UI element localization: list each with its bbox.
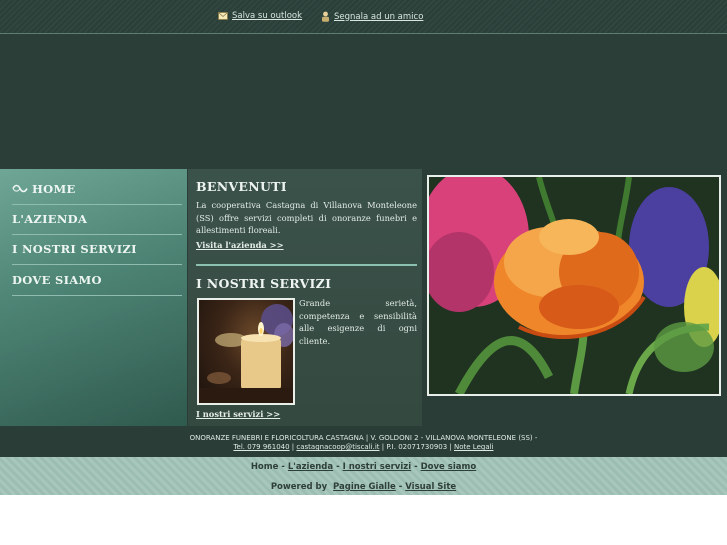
footer: ONORANZE FUNEBRI E FLORICOLTURA CASTAGNA… [0, 426, 727, 457]
person-icon [321, 11, 330, 22]
nav-servizi-label: I NOSTRI SERVIZI [12, 242, 137, 256]
footer-email-link[interactable]: castagnacoop@tiscali.it [296, 443, 379, 451]
content-column: BENVENUTI La cooperativa Castagna di Vil… [188, 169, 422, 426]
arrow-icon [12, 175, 28, 205]
powered-label: Powered by [270, 482, 328, 492]
share-friend-label: Segnala ad un amico [334, 11, 424, 22]
sidebar-nav: HOME L'AZIENDA I NOSTRI SERVIZI DOVE SIA… [0, 169, 187, 426]
visit-company-link[interactable]: Visita l'azienda >> [196, 240, 284, 250]
services-title: I NOSTRI SERVIZI [196, 276, 332, 291]
footer-piva: | P.I. 02071730903 | [379, 443, 454, 451]
main-area: HOME L'AZIENDA I NOSTRI SERVIZI DOVE SIA… [0, 169, 727, 426]
powered-by: Powered by Pagine Gialle - Visual Site [270, 482, 457, 492]
bottom-servizi-link[interactable]: I nostri servizi [343, 462, 412, 472]
save-outlook-label: Salva su outlook [232, 11, 303, 21]
top-bar: Salva su outlook Segnala ad un amico [0, 0, 727, 34]
visual-site-link[interactable]: Visual Site [405, 482, 456, 492]
envelope-icon [218, 12, 228, 20]
save-outlook-link[interactable]: Salva su outlook [218, 11, 302, 21]
tulips-photo [427, 175, 721, 396]
bottom-home[interactable]: Home [251, 462, 279, 472]
services-text: Grande serietà, competenza e sensibilità… [299, 298, 417, 346]
pagine-gialle-link[interactable]: Pagine Gialle [333, 482, 396, 492]
nav-home-label: HOME [32, 182, 76, 196]
nav-item-servizi[interactable]: I NOSTRI SERVIZI [12, 234, 182, 265]
header-banner [0, 34, 727, 169]
bottom-azienda-link[interactable]: L'azienda [288, 462, 333, 472]
candle-image [197, 298, 295, 405]
services-link[interactable]: I nostri servizi >> [196, 409, 280, 419]
nav-dove-label: DOVE SIAMO [12, 273, 102, 287]
footer-tel-link[interactable]: Tel. 079 961040 [233, 443, 289, 451]
bottom-nav: Home - L'azienda - I nostri servizi - Do… [0, 457, 727, 495]
nav-item-home[interactable]: HOME [12, 174, 182, 205]
welcome-title: BENVENUTI [196, 179, 287, 194]
footer-contacts: Tel. 079 961040 | castagnacoop@tiscali.i… [0, 443, 727, 451]
welcome-text: La cooperativa Castagna di Villanova Mon… [196, 200, 417, 235]
nav-item-azienda[interactable]: L'AZIENDA [12, 204, 182, 235]
nav-azienda-label: L'AZIENDA [12, 212, 88, 226]
nav-item-dove-siamo[interactable]: DOVE SIAMO [12, 265, 182, 296]
bottom-dove-link[interactable]: Dove siamo [421, 462, 477, 472]
share-friend-link[interactable]: Segnala ad un amico [321, 11, 423, 22]
section-divider [196, 264, 417, 266]
footer-legal-link[interactable]: Note Legali [454, 443, 494, 451]
footer-address: ONORANZE FUNEBRI E FLORICOLTURA CASTAGNA… [189, 434, 538, 442]
bottom-links: Home - L'azienda - I nostri servizi - Do… [250, 462, 477, 472]
